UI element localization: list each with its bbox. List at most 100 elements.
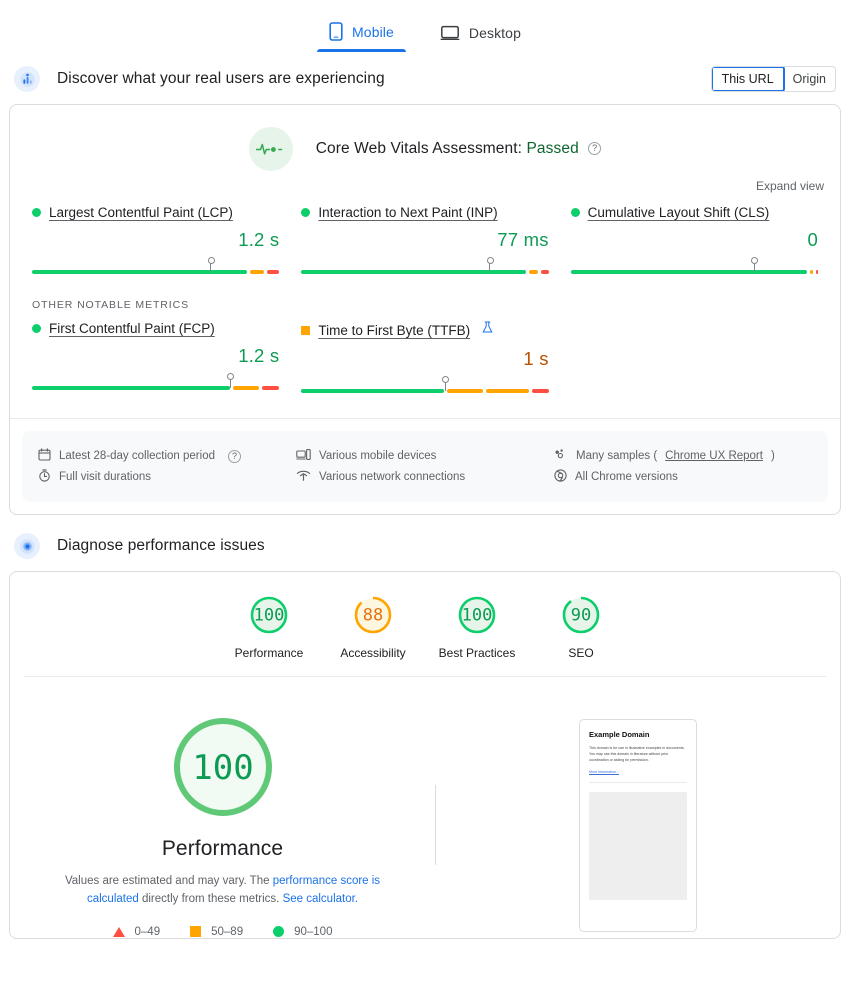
field-section-title: Discover what your real users are experi… bbox=[57, 70, 385, 87]
see-calculator-link[interactable]: See calculator. bbox=[283, 893, 358, 905]
assessment-label: Core Web Vitals Assessment: bbox=[315, 140, 523, 157]
metric-fcp-value: 1.2 s bbox=[238, 345, 280, 366]
page-screenshot-thumbnail[interactable]: Example Domain This domain is for use in… bbox=[579, 718, 697, 932]
gauge-best-practices[interactable]: 100 Best Practices bbox=[425, 594, 529, 660]
meta-networks-text: Various network connections bbox=[319, 471, 466, 483]
metric-cls-bar bbox=[570, 257, 818, 277]
meta-devices-text: Various mobile devices bbox=[319, 450, 437, 462]
scope-toggle[interactable]: This URL Origin bbox=[710, 66, 836, 92]
performance-score-note: Values are estimated and may vary. The p… bbox=[50, 873, 395, 909]
square-icon bbox=[190, 926, 202, 938]
meta-networks: Various network connections bbox=[296, 469, 554, 485]
tab-mobile[interactable]: Mobile bbox=[317, 22, 406, 52]
thumbnail-rule bbox=[589, 781, 687, 783]
other-metrics-grid: First Contentful Paint (FCP) 1.2 s Time … bbox=[10, 311, 840, 396]
gauge-accessibility-score: 88 bbox=[363, 606, 383, 626]
metric-inp-value: 77 ms bbox=[497, 229, 549, 250]
score-legend: 0–49 50–89 90–100 bbox=[112, 925, 332, 938]
devices-icon bbox=[296, 448, 311, 464]
metric-cls-value: 0 bbox=[807, 229, 818, 250]
featured-score: 100 Performance Values are estimated and… bbox=[10, 713, 435, 938]
metric-lcp-marker bbox=[207, 257, 215, 272]
performance-gauge: 100 bbox=[173, 718, 272, 816]
status-dot-good bbox=[570, 208, 580, 217]
tab-desktop-label: Desktop bbox=[468, 25, 521, 41]
chrome-ux-report-link[interactable]: Chrome UX Report bbox=[665, 450, 763, 462]
assessment-title: Core Web Vitals Assessment: Passed ? bbox=[315, 140, 602, 158]
field-section-header: Discover what your real users are experi… bbox=[0, 52, 850, 104]
tab-desktop[interactable]: Desktop bbox=[434, 25, 527, 52]
metric-inp-bar bbox=[301, 257, 549, 277]
performance-gauge-score: 100 bbox=[192, 748, 253, 788]
expand-view-link[interactable]: Expand view bbox=[756, 179, 824, 193]
gauge-seo[interactable]: 90 SEO bbox=[529, 594, 633, 660]
assessment-status: Passed bbox=[526, 140, 579, 157]
thumbnail-placeholder-block bbox=[589, 791, 687, 900]
question-mark-icon[interactable]: ? bbox=[588, 142, 602, 155]
diagnose-icon bbox=[14, 533, 40, 559]
gauge-seo-label: SEO bbox=[568, 646, 594, 660]
question-mark-icon[interactable]: ? bbox=[228, 449, 241, 463]
metric-lcp: Largest Contentful Paint (LCP) 1.2 s bbox=[32, 205, 301, 277]
meta-collection-period-text: Latest 28-day collection period bbox=[59, 450, 215, 462]
pulse-icon bbox=[248, 127, 293, 171]
tab-mobile-label: Mobile bbox=[352, 23, 394, 40]
crux-bars-icon bbox=[14, 66, 40, 92]
legend-needs-improvement: 50–89 bbox=[190, 926, 243, 938]
other-metrics-heading: OTHER NOTABLE METRICS bbox=[32, 299, 189, 311]
scope-option-this-url[interactable]: This URL bbox=[711, 67, 785, 91]
wifi-icon bbox=[296, 469, 311, 485]
gauge-best-practices-label: Best Practices bbox=[438, 646, 516, 660]
flask-icon bbox=[482, 321, 493, 339]
assessment-header: Core Web Vitals Assessment: Passed ? bbox=[10, 105, 840, 177]
meta-column-2: Various mobile devices Various network c… bbox=[296, 443, 554, 490]
gauge-accessibility-label: Accessibility bbox=[340, 646, 406, 660]
gauge-performance[interactable]: 100 Performance bbox=[217, 594, 321, 660]
legend-poor-range: 0–49 bbox=[134, 925, 161, 938]
metric-fcp-marker bbox=[227, 373, 235, 388]
device-tabbar: Mobile Desktop bbox=[0, 0, 850, 52]
status-square-needs-improvement bbox=[301, 325, 311, 335]
core-web-vitals-card: Core Web Vitals Assessment: Passed ? Exp… bbox=[9, 104, 841, 515]
meta-chrome-versions-text: All Chrome versions bbox=[575, 471, 678, 483]
circle-icon bbox=[273, 926, 285, 938]
note-text-middle: directly from these metrics. bbox=[138, 892, 283, 905]
gauge-accessibility[interactable]: 88 Accessibility bbox=[321, 594, 425, 660]
gauge-seo-score: 90 bbox=[571, 606, 591, 626]
scope-option-origin[interactable]: Origin bbox=[784, 67, 835, 91]
calendar-icon bbox=[38, 448, 51, 464]
lab-section-title: Diagnose performance issues bbox=[57, 537, 265, 554]
metric-cls-marker bbox=[751, 257, 759, 272]
metric-lcp-value: 1.2 s bbox=[238, 229, 280, 250]
gauge-performance-label: Performance bbox=[234, 646, 304, 660]
meta-samples: Many samples (Chrome UX Report) bbox=[554, 448, 812, 464]
metric-cls-label[interactable]: Cumulative Layout Shift (CLS) bbox=[588, 205, 770, 220]
lighthouse-card: 100 Performance 88 Accessibility 100 Bes… bbox=[9, 571, 841, 939]
metric-ttfb-label[interactable]: Time to First Byte (TTFB) bbox=[318, 323, 470, 338]
metric-inp-label[interactable]: Interaction to Next Paint (INP) bbox=[318, 205, 497, 220]
note-text-before: Values are estimated and may vary. The bbox=[64, 875, 273, 887]
card-divider bbox=[10, 418, 840, 419]
meta-visit-durations: Full visit durations bbox=[38, 469, 296, 485]
core-metrics-grid: Largest Contentful Paint (LCP) 1.2 s Int… bbox=[10, 193, 840, 277]
thumbnail-heading: Example Domain bbox=[589, 729, 650, 739]
meta-samples-text-after: ) bbox=[770, 450, 775, 462]
meta-devices: Various mobile devices bbox=[296, 448, 554, 464]
legend-good-range: 90–100 bbox=[294, 925, 333, 938]
legend-poor: 0–49 bbox=[112, 925, 161, 938]
thumbnail-link: More information... bbox=[589, 769, 619, 774]
stopwatch-icon bbox=[38, 469, 51, 485]
legend-good: 90–100 bbox=[273, 926, 332, 938]
lab-section-header: Diagnose performance issues bbox=[0, 515, 850, 571]
featured-score-area: 100 Performance Values are estimated and… bbox=[10, 677, 840, 938]
meta-column-3: Many samples (Chrome UX Report) All Chro… bbox=[554, 443, 812, 490]
collection-meta: Latest 28-day collection period ? Full v… bbox=[22, 431, 828, 502]
expand-view-row: Expand view bbox=[10, 177, 840, 193]
metric-lcp-label[interactable]: Largest Contentful Paint (LCP) bbox=[49, 205, 233, 220]
metric-inp-marker bbox=[486, 257, 494, 272]
metric-cls: Cumulative Layout Shift (CLS) 0 bbox=[570, 205, 818, 277]
status-dot-good bbox=[32, 208, 41, 217]
metric-empty-slot bbox=[571, 321, 818, 396]
metric-fcp: First Contentful Paint (FCP) 1.2 s bbox=[32, 321, 301, 396]
metric-fcp-label[interactable]: First Contentful Paint (FCP) bbox=[49, 321, 215, 336]
